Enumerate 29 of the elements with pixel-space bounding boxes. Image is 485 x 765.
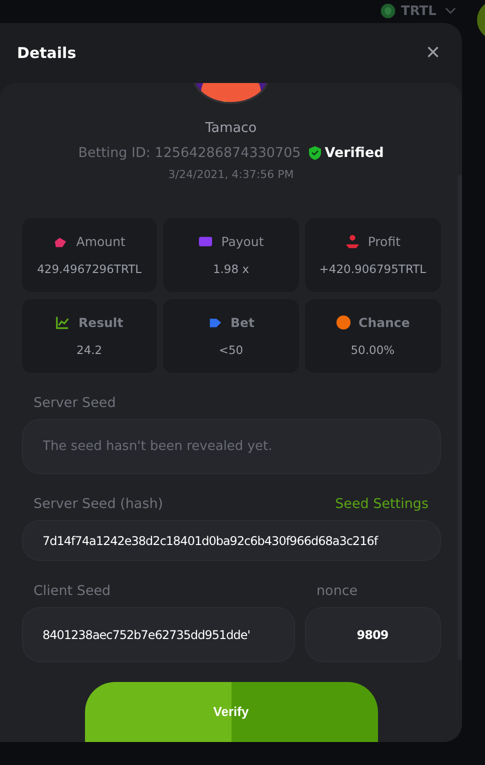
stat-label: Amount (76, 234, 126, 250)
verified-label: Verified (324, 145, 384, 162)
stat-label: Profit (368, 234, 400, 250)
seed-settings-link[interactable]: Seed Settings (335, 496, 428, 512)
coin-icon (380, 3, 396, 19)
stat-label: Bet (230, 315, 254, 330)
stat-value: +420.906795TRTL (319, 262, 426, 276)
field-label: nonce (316, 583, 358, 599)
betting-id: Betting ID: 12564286874330705 (78, 145, 301, 162)
field-label: Server Seed (34, 395, 116, 412)
client-seed-field[interactable]: 8401238aec752b7e62735dd951dde' (22, 607, 294, 662)
server-seed-field[interactable]: The seed hasn't been revealed yet. (22, 419, 440, 474)
user-name: Tamaco (205, 120, 257, 136)
stat-value: 429.4967296TRTL (37, 262, 142, 276)
nonce-field[interactable]: 9809 (304, 607, 440, 662)
field-label: Client Seed (34, 583, 111, 599)
stat-label: Chance (358, 315, 410, 330)
stat-value: 24.2 (76, 343, 102, 358)
stat-value: 1.98 x (212, 262, 250, 276)
server-seed-hash-field[interactable]: 7d14f74a1242e38d2c18401d0ba92c6b430f966d68a3c216f (22, 520, 440, 561)
close-button[interactable]: × (426, 41, 440, 65)
stat-value: 50.00% (350, 343, 395, 358)
modal-title: Details (17, 44, 76, 62)
chevron-down-icon[interactable] (445, 7, 456, 15)
stat-label: Payout (221, 234, 264, 250)
bet-date: 3/24/2021, 4:37:56 PM (168, 168, 294, 182)
stat-value: <50 (218, 343, 244, 358)
stat-label: Result (78, 315, 124, 330)
field-label: Server Seed (hash) (34, 496, 164, 512)
